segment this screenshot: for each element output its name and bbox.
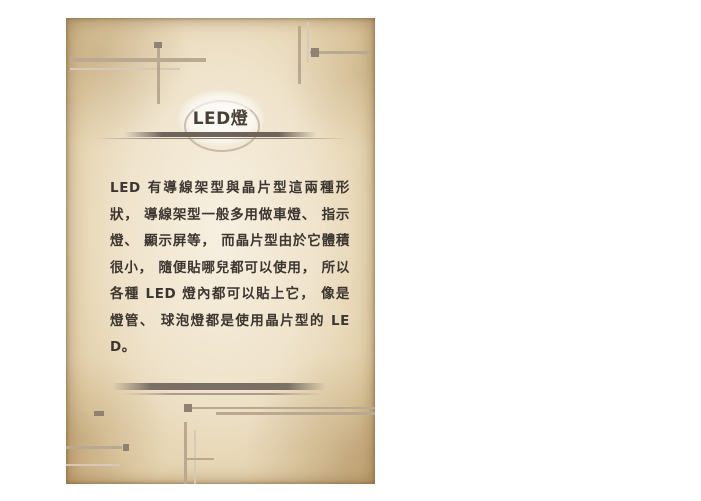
divider-bar (124, 132, 317, 137)
page-title: LED燈 (192, 109, 249, 129)
divider-bar (112, 383, 326, 390)
ornament-line (184, 422, 187, 484)
ornament-line (216, 412, 375, 415)
ornament-line (298, 26, 301, 84)
bottom-divider (66, 381, 375, 395)
divider-line (94, 138, 347, 139)
ornament-line (70, 58, 206, 62)
parchment-card: LED燈 LED 有導線架型與晶片型這兩種形狀， 導線架型一般多用做車燈、 指示… (66, 18, 375, 484)
title-divider (66, 130, 375, 139)
ornament-square (184, 404, 192, 412)
ornament-line (310, 51, 370, 54)
ornament-line (184, 458, 214, 460)
body-text: LED 有導線架型與晶片型這兩種形狀， 導線架型一般多用做車燈、 指示燈、 顯示… (110, 180, 350, 355)
title-block: LED燈 (66, 90, 375, 160)
ornament-square (154, 42, 162, 48)
ornament-line (66, 446, 122, 449)
ornament-line (70, 68, 180, 70)
ornament-line (186, 407, 375, 409)
ornament-square (94, 411, 104, 416)
ornament-line (307, 22, 309, 62)
divider-line (122, 393, 322, 395)
ornament-square (311, 48, 319, 57)
page: LED燈 LED 有導線架型與晶片型這兩種形狀， 導線架型一般多用做車燈、 指示… (0, 0, 701, 501)
ornament-line (194, 430, 196, 484)
ornament-line (66, 464, 120, 466)
ornament-square (123, 444, 129, 451)
